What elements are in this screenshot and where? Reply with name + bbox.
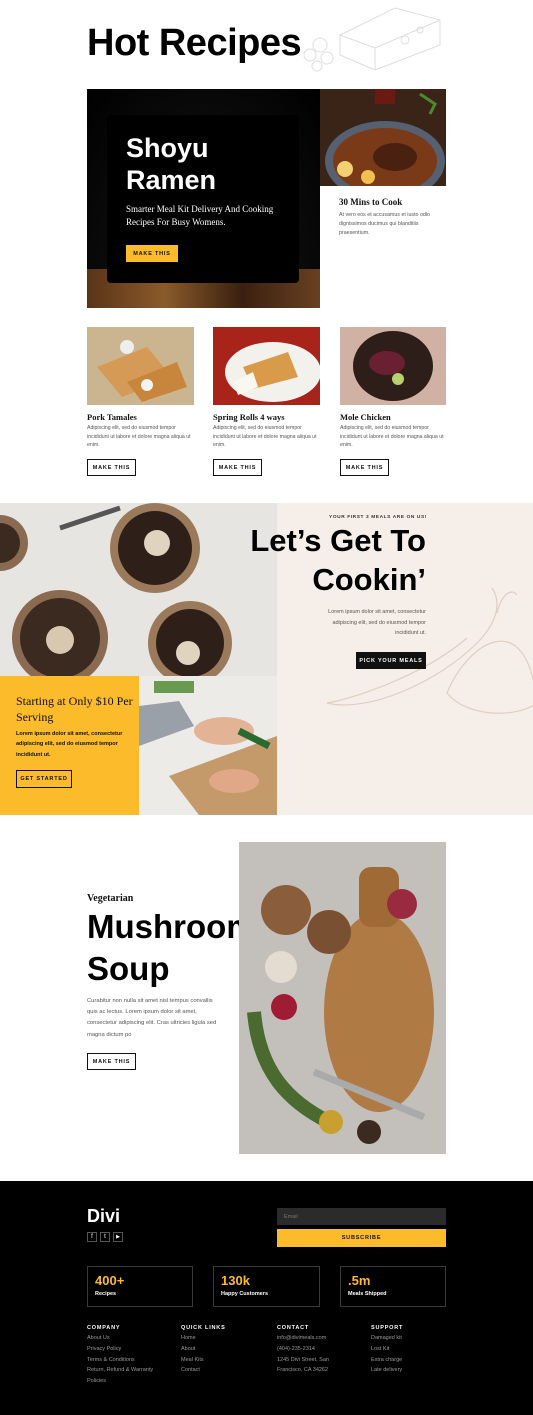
youtube-icon[interactable]: ▶ xyxy=(113,1232,123,1242)
stat-box: 400+ Recipes xyxy=(87,1266,193,1307)
facebook-icon[interactable]: f xyxy=(87,1232,97,1242)
footer-link[interactable]: Return, Refund & Warranty xyxy=(87,1365,172,1376)
soup-text: Curabitur non nulla sit amet nisl tempus… xyxy=(87,998,217,1038)
make-this-button[interactable]: MAKE THIS xyxy=(87,459,136,476)
footer-link[interactable]: (404)-235-2314 xyxy=(277,1344,362,1355)
pork-tamales-image xyxy=(87,327,194,405)
twitter-icon[interactable]: t xyxy=(100,1232,110,1242)
promo-panel: Starting at Only $10 Per Serving Lorem i… xyxy=(0,676,139,815)
footer-column-contact: CONTACT info@divimeals.com (404)-235-231… xyxy=(277,1325,362,1376)
soup-eyebrow: Vegetarian xyxy=(87,893,134,904)
footer-link[interactable]: Policies xyxy=(87,1376,172,1387)
side-text: At vero eos et accusamus et iusto odio d… xyxy=(339,212,430,236)
mushroom-board-image xyxy=(239,842,446,1154)
footer-link[interactable]: Extra charge xyxy=(371,1355,446,1366)
stat-label: Happy Customers xyxy=(221,1291,269,1297)
pick-your-meals-button[interactable]: PICK YOUR MEALS xyxy=(356,652,426,669)
footer-link[interactable]: Home xyxy=(181,1333,266,1344)
facebook-glyph: f xyxy=(91,1234,93,1240)
footer-link: Francisco, CA 34262 xyxy=(277,1367,329,1374)
make-this-button[interactable]: MAKE THIS xyxy=(126,245,178,262)
footer: Divi f t ▶ SUBSCRIBE 400+ Recipes 130k H… xyxy=(0,1181,533,1415)
ramen-bowl-image xyxy=(320,89,446,186)
subscribe-button[interactable]: SUBSCRIBE xyxy=(277,1229,446,1247)
footer-column-support: SUPPORT Damaged kit Lost Kit Extra charg… xyxy=(371,1325,446,1376)
promo-text: Lorem ipsum dolor sit amet, consectetur … xyxy=(16,731,123,758)
footer-column-company: COMPANY About Us Privacy Policy Terms & … xyxy=(87,1325,172,1387)
cookin-text: Lorem ipsum dolor sit amet, consectetur … xyxy=(328,609,426,636)
stat-label: Recipes xyxy=(95,1291,117,1297)
twitter-glyph: t xyxy=(104,1234,106,1240)
make-this-button[interactable]: MAKE THIS xyxy=(87,1053,136,1070)
mushrooms-image xyxy=(0,503,277,676)
make-this-button[interactable]: MAKE THIS xyxy=(213,459,262,476)
footer-link[interactable]: About Us xyxy=(87,1333,172,1344)
recipe-title: Spring Rolls 4 ways xyxy=(213,412,285,422)
get-started-button[interactable]: GET STARTED xyxy=(16,770,72,788)
footer-link[interactable]: Terms & Conditions xyxy=(87,1355,172,1366)
make-this-button[interactable]: MAKE THIS xyxy=(340,459,389,476)
youtube-glyph: ▶ xyxy=(116,1234,120,1240)
cookin-title-line1: Let’s Get To xyxy=(250,523,426,558)
stat-box: 130k Happy Customers xyxy=(213,1266,320,1307)
recipe-text: Adipiscing elit, sed do eiusmod tempor i… xyxy=(340,425,444,448)
footer-link[interactable]: Lost Kit xyxy=(371,1344,446,1355)
feature-card: Shoyu Ramen Smarter Meal Kit Delivery An… xyxy=(107,115,299,283)
cheese-illustration xyxy=(295,0,445,75)
cookin-title-line2: Cookin’ xyxy=(312,562,426,597)
side-title: 30 Mins to Cook xyxy=(339,197,403,207)
stat-value: 400+ xyxy=(95,1273,125,1288)
feature-title-line2: Ramen xyxy=(126,165,217,195)
cookin-eyebrow: YOUR FIRST 3 MEALS ARE ON US! xyxy=(329,515,427,520)
footer-link[interactable]: Privacy Policy xyxy=(87,1344,172,1355)
spring-rolls-image xyxy=(213,327,320,405)
footer-logo[interactable]: Divi xyxy=(87,1206,120,1227)
footer-heading: QUICK LINKS xyxy=(181,1325,226,1331)
footer-link[interactable]: Late delivery xyxy=(371,1365,446,1376)
footer-link[interactable]: About xyxy=(181,1344,266,1355)
footer-heading: SUPPORT xyxy=(371,1325,404,1331)
footer-link[interactable]: Damaged kit xyxy=(371,1333,446,1344)
soup-title-line2: Soup xyxy=(87,950,170,987)
stat-box: .5m Meals Shipped xyxy=(340,1266,446,1307)
recipe-text: Adipiscing elit, sed do eiusmod tempor i… xyxy=(213,425,317,448)
footer-link[interactable]: Meal Kits xyxy=(181,1355,266,1366)
recipe-text: Adipiscing elit, sed do eiusmod tempor i… xyxy=(87,425,191,448)
page-title: Hot Recipes xyxy=(87,22,302,64)
footer-heading: COMPANY xyxy=(87,1325,121,1331)
footer-link[interactable]: info@divimeals.com xyxy=(277,1333,362,1344)
soup-title-line1: Mushroom xyxy=(87,908,256,945)
feature-subtitle: Smarter Meal Kit Delivery And Cooking Re… xyxy=(126,204,274,227)
feature-title-line1: Shoyu xyxy=(126,133,209,163)
cutting-herbs-image xyxy=(139,676,277,815)
footer-heading: CONTACT xyxy=(277,1325,310,1331)
stat-value: 130k xyxy=(221,1273,250,1288)
promo-title: Starting at Only $10 Per Serving xyxy=(16,694,133,724)
recipe-title: Pork Tamales xyxy=(87,412,137,422)
footer-column-quick-links: QUICK LINKS Home About Meal Kits Contact xyxy=(181,1325,266,1376)
footer-link: 1245 Divi Street, San xyxy=(277,1356,329,1363)
stat-value: .5m xyxy=(348,1273,371,1288)
footer-link[interactable]: Contact xyxy=(181,1365,266,1376)
mole-chicken-image xyxy=(340,327,446,405)
email-input[interactable] xyxy=(277,1208,446,1225)
recipe-title: Mole Chicken xyxy=(340,412,391,422)
stat-label: Meals Shipped xyxy=(348,1291,387,1297)
